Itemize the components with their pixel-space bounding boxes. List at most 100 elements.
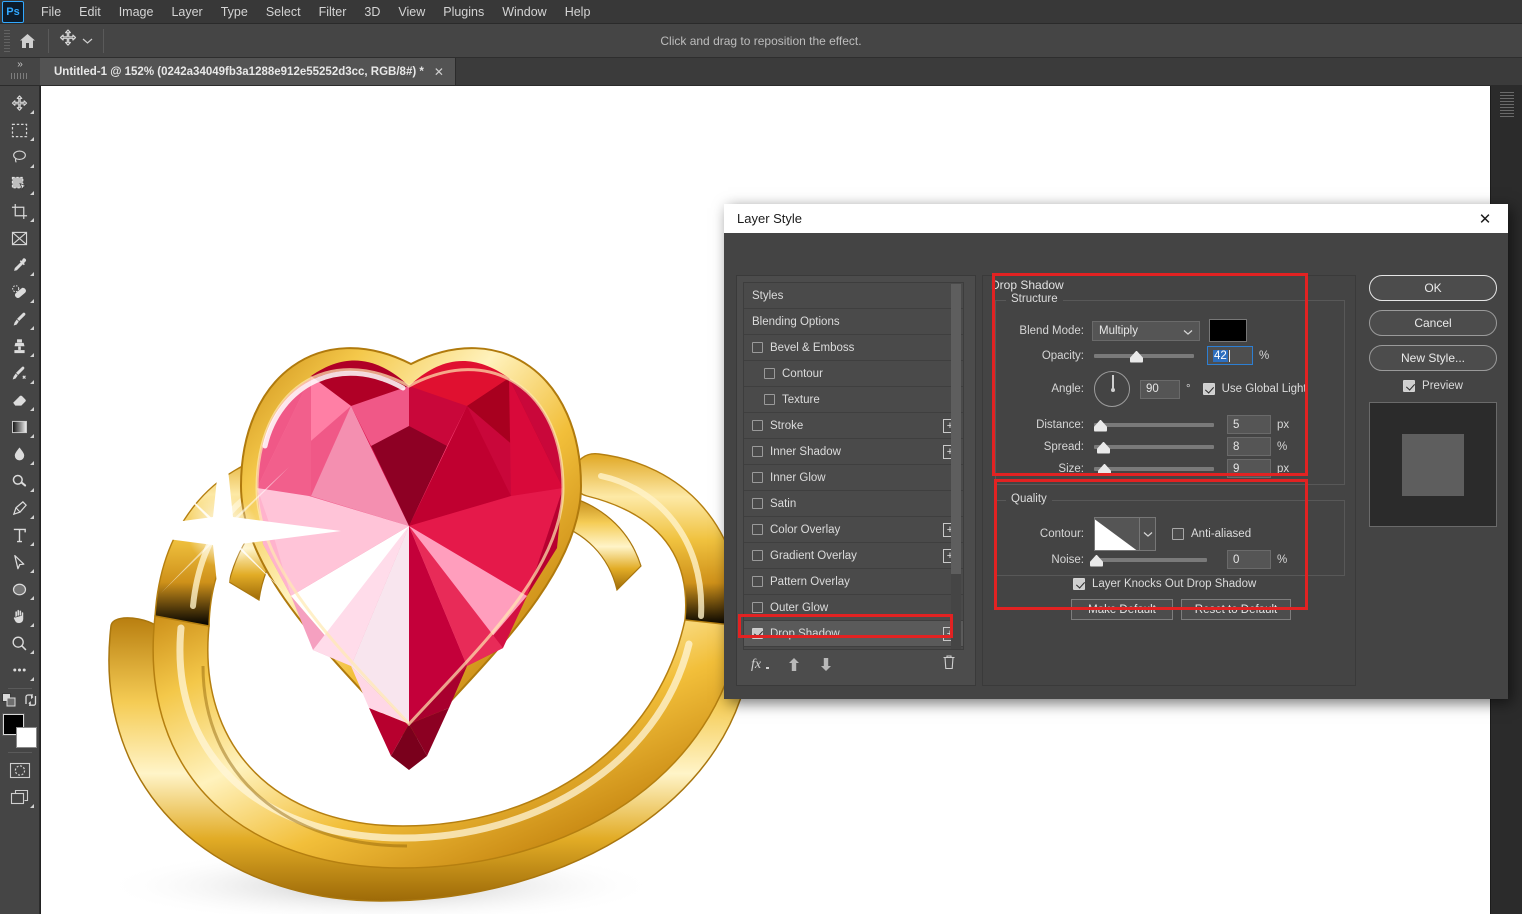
pen-tool[interactable] — [3, 495, 37, 521]
spread-input[interactable]: 8 — [1227, 437, 1271, 456]
move-tool[interactable] — [3, 90, 37, 116]
checkbox-satin[interactable] — [752, 498, 763, 509]
anti-aliased-checkbox[interactable] — [1172, 528, 1184, 540]
styles-list-scrollbar-thumb[interactable] — [951, 284, 961, 574]
checkbox-contour[interactable] — [764, 368, 775, 379]
dialog-title-bar[interactable]: Layer Style ✕ — [724, 204, 1508, 233]
styles-item-satin[interactable]: Satin — [744, 491, 963, 517]
type-tool[interactable] — [3, 522, 37, 548]
zoom-tool[interactable] — [3, 630, 37, 656]
checkbox-pattern-overlay[interactable] — [752, 576, 763, 587]
cancel-button[interactable]: Cancel — [1369, 310, 1497, 336]
new-style-button[interactable]: New Style... — [1369, 345, 1497, 371]
background-color-swatch[interactable] — [15, 727, 37, 748]
hand-tool[interactable] — [3, 603, 37, 629]
chevron-down-icon[interactable] — [1140, 517, 1156, 551]
size-slider[interactable] — [1094, 462, 1214, 476]
preview-checkbox[interactable] — [1403, 380, 1416, 392]
opacity-slider[interactable] — [1094, 349, 1194, 363]
history-brush-tool[interactable] — [3, 360, 37, 386]
arrow-down-icon[interactable] — [819, 657, 833, 672]
styles-item-inner-shadow[interactable]: Inner Shadow + — [744, 439, 963, 465]
make-default-button[interactable]: Make Default — [1071, 599, 1173, 620]
styles-list-scrollbar[interactable] — [951, 284, 961, 649]
close-icon[interactable]: ✕ — [434, 65, 444, 79]
trash-icon[interactable] — [942, 654, 956, 675]
path-selection-tool[interactable] — [3, 549, 37, 575]
crop-tool[interactable] — [3, 198, 37, 224]
options-bar-grip[interactable] — [4, 29, 10, 52]
gradient-tool[interactable] — [3, 414, 37, 440]
dodge-tool[interactable] — [3, 468, 37, 494]
default-colors-icon[interactable] — [1, 693, 16, 712]
menu-window[interactable]: Window — [493, 2, 555, 22]
styles-item-inner-glow[interactable]: Inner Glow — [744, 465, 963, 491]
styles-list-header[interactable]: Styles — [744, 283, 963, 309]
color-swatches[interactable] — [1, 713, 37, 748]
checkbox-inner-glow[interactable] — [752, 472, 763, 483]
angle-input[interactable]: 90 — [1140, 379, 1180, 399]
fx-icon[interactable]: fx — [751, 656, 769, 672]
use-global-light-checkbox[interactable] — [1202, 383, 1215, 395]
styles-item-outer-glow[interactable]: Outer Glow — [744, 595, 963, 621]
spread-slider-knob[interactable] — [1097, 441, 1110, 454]
active-tool-chip[interactable] — [53, 27, 99, 55]
contour-preview[interactable] — [1094, 517, 1140, 551]
distance-slider-knob[interactable] — [1094, 419, 1107, 432]
checkbox-outer-glow[interactable] — [752, 602, 763, 613]
styles-item-pattern-overlay[interactable]: Pattern Overlay — [744, 569, 963, 595]
menu-plugins[interactable]: Plugins — [434, 2, 493, 22]
checkbox-inner-shadow[interactable] — [752, 446, 763, 457]
noise-input[interactable]: 0 — [1227, 550, 1271, 569]
home-icon[interactable] — [10, 26, 44, 56]
clone-stamp-tool[interactable] — [3, 333, 37, 359]
styles-item-color-overlay[interactable]: Color Overlay + — [744, 517, 963, 543]
menu-help[interactable]: Help — [556, 2, 600, 22]
checkbox-color-overlay[interactable] — [752, 524, 763, 535]
blur-tool[interactable] — [3, 441, 37, 467]
menu-3d[interactable]: 3D — [355, 2, 389, 22]
arrow-up-icon[interactable] — [787, 657, 801, 672]
quick-mask-icon[interactable] — [3, 757, 37, 783]
checkbox-texture[interactable] — [764, 394, 775, 405]
eraser-tool[interactable] — [3, 387, 37, 413]
noise-slider-knob[interactable] — [1090, 554, 1103, 567]
size-slider-knob[interactable] — [1098, 463, 1111, 476]
spread-slider[interactable] — [1094, 440, 1214, 454]
noise-slider[interactable] — [1090, 553, 1207, 567]
styles-item-bevel-emboss[interactable]: Bevel & Emboss — [744, 335, 963, 361]
close-icon[interactable]: ✕ — [1462, 204, 1508, 233]
menu-filter[interactable]: Filter — [310, 2, 356, 22]
opacity-slider-knob[interactable] — [1130, 350, 1143, 363]
distance-slider[interactable] — [1094, 418, 1214, 432]
styles-item-contour[interactable]: Contour — [744, 361, 963, 387]
checkbox-gradient-overlay[interactable] — [752, 550, 763, 561]
spot-healing-brush-tool[interactable] — [3, 279, 37, 305]
checkbox-stroke[interactable] — [752, 420, 763, 431]
reset-to-default-button[interactable]: Reset to Default — [1181, 599, 1291, 620]
shadow-color-swatch[interactable] — [1209, 319, 1247, 342]
contour-picker[interactable] — [1094, 517, 1156, 551]
ellipse-tool[interactable] — [3, 576, 37, 602]
object-selection-tool[interactable] — [3, 171, 37, 197]
checkbox-bevel-emboss[interactable] — [752, 342, 763, 353]
edit-toolbar-button[interactable] — [3, 657, 37, 683]
document-tab[interactable]: Untitled-1 @ 152% (0242a34049fb3a1288e91… — [40, 58, 456, 85]
distance-input[interactable]: 5 — [1227, 415, 1271, 434]
panel-grip-icon[interactable] — [1500, 92, 1514, 118]
styles-item-gradient-overlay[interactable]: Gradient Overlay + — [744, 543, 963, 569]
ok-button[interactable]: OK — [1369, 275, 1497, 301]
swap-colors-icon[interactable] — [24, 693, 38, 712]
menu-type[interactable]: Type — [212, 2, 257, 22]
angle-dial[interactable] — [1094, 371, 1130, 407]
styles-item-texture[interactable]: Texture — [744, 387, 963, 413]
screen-mode-icon[interactable] — [3, 784, 37, 810]
panel-collapse-column[interactable]: » — [0, 58, 40, 85]
blend-mode-select[interactable]: Multiply — [1092, 320, 1200, 341]
rectangular-marquee-tool[interactable] — [3, 117, 37, 143]
frame-tool[interactable] — [3, 225, 37, 251]
menu-view[interactable]: View — [389, 2, 434, 22]
styles-item-blending-options[interactable]: Blending Options — [744, 309, 963, 335]
eyedropper-tool[interactable] — [3, 252, 37, 278]
size-input[interactable]: 9 — [1227, 459, 1271, 478]
